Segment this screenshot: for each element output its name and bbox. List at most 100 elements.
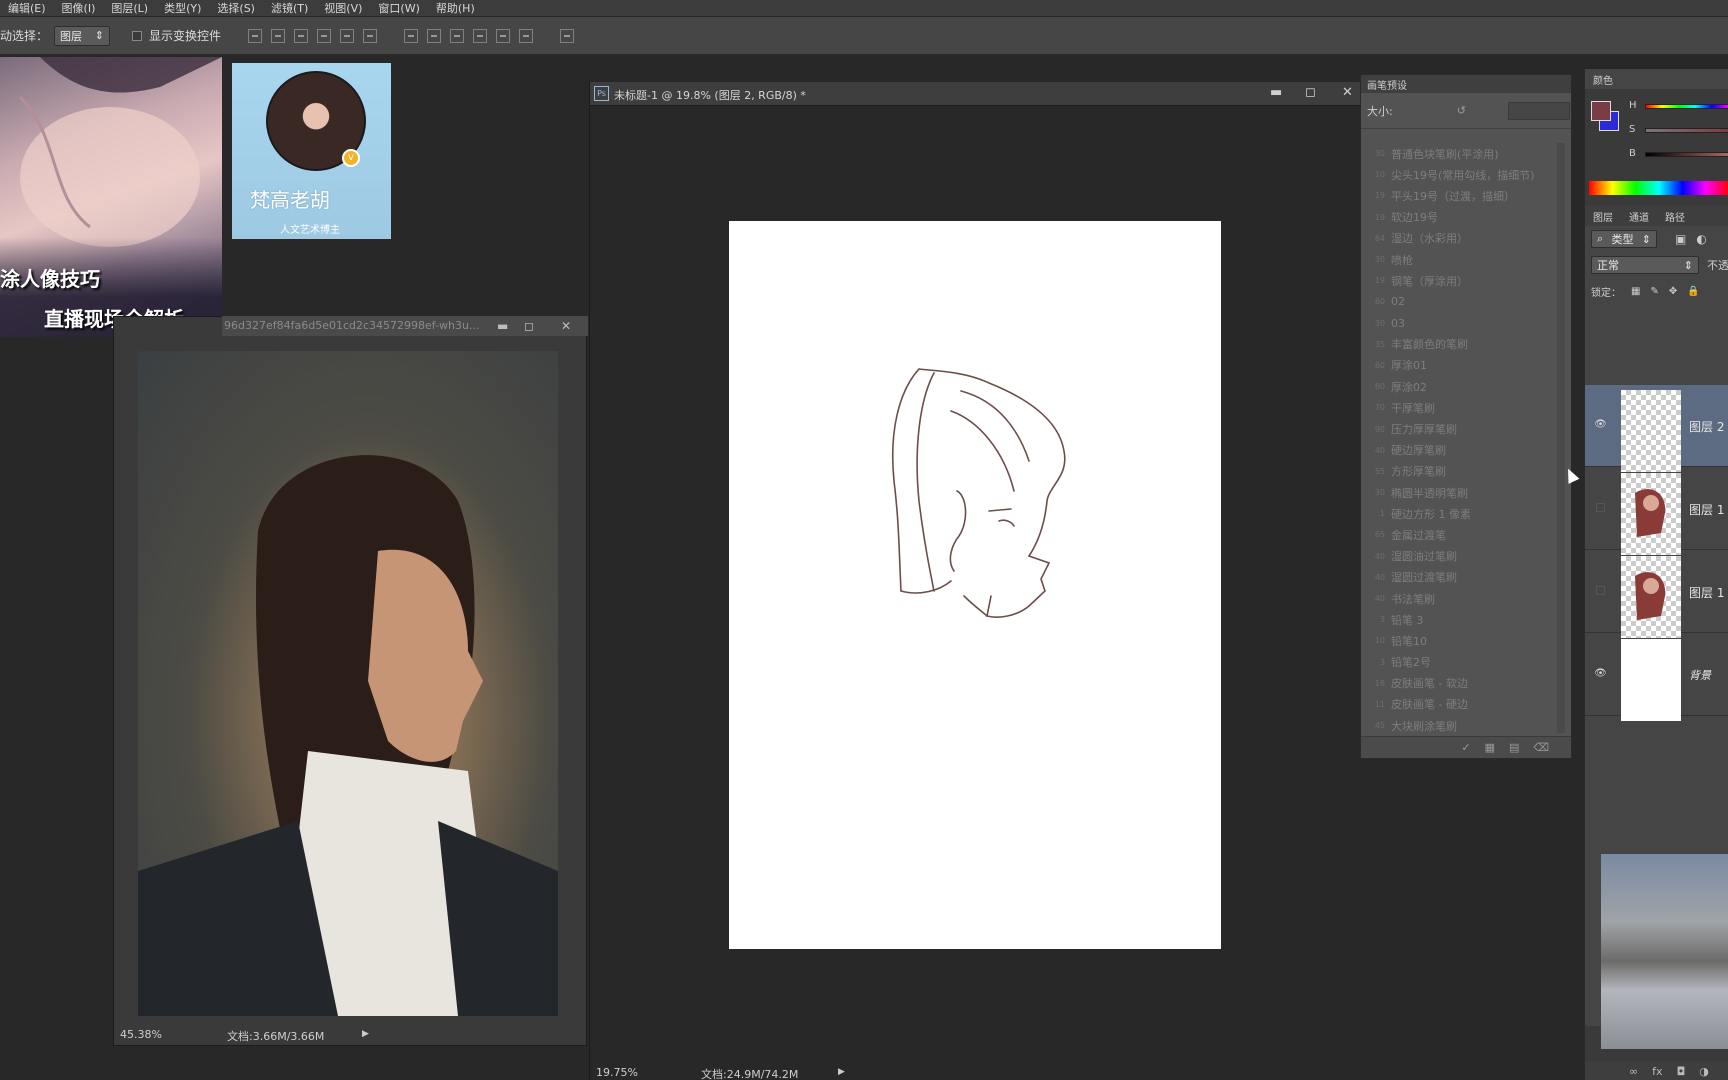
menu-type[interactable]: 类型(Y) bbox=[156, 0, 209, 16]
brush-preset-item[interactable]: 30 椭圆半透明笔刷 bbox=[1365, 482, 1555, 503]
tab-channels[interactable]: 通道 bbox=[1621, 209, 1657, 224]
brush-preset-item[interactable]: 64 湿边（水彩用） bbox=[1365, 228, 1555, 249]
brush-preset-item[interactable]: 30 03 bbox=[1365, 313, 1555, 334]
brush-size-field[interactable] bbox=[1507, 101, 1570, 120]
new-brush-icon[interactable]: ▤ bbox=[1509, 741, 1519, 754]
brush-preset-item[interactable]: 60 厚涂01 bbox=[1365, 355, 1555, 376]
brush-preset-item[interactable]: 19 钢笔（厚涂用） bbox=[1365, 270, 1555, 291]
show-transform-checkbox[interactable] bbox=[132, 30, 143, 41]
align-bottom-icon[interactable] bbox=[294, 28, 309, 43]
brush-preset-item[interactable]: 40 书法笔刷 bbox=[1365, 588, 1555, 609]
play-arrow-icon[interactable]: ▶ bbox=[838, 1067, 845, 1077]
visibility-eye-icon[interactable]: 👁 bbox=[1594, 418, 1607, 431]
blend-mode-dropdown[interactable]: 正常 ⇕ bbox=[1591, 256, 1699, 274]
distribute-top-icon[interactable] bbox=[404, 28, 419, 43]
adjustment-icon[interactable]: ◑ bbox=[1699, 1065, 1709, 1078]
adjustment-filter-icon[interactable]: ◐ bbox=[1696, 232, 1706, 246]
layer-row[interactable]: 👁 图层 2 bbox=[1585, 385, 1728, 472]
tab-layers[interactable]: 图层 bbox=[1585, 209, 1621, 224]
brush-preset-item[interactable]: 11 皮肤画笔 - 硬边 bbox=[1365, 694, 1555, 715]
menu-filter[interactable]: 滤镜(T) bbox=[263, 0, 316, 16]
brush-preset-item[interactable]: 90 压力厚厚笔刷 bbox=[1365, 418, 1555, 439]
reference-zoom-level[interactable]: 45.38% bbox=[120, 1028, 162, 1041]
play-arrow-icon[interactable]: ▶ bbox=[362, 1029, 369, 1039]
brush-preset-item[interactable]: 30 喷枪 bbox=[1365, 249, 1555, 270]
brush-preset-item[interactable]: 70 干厚笔刷 bbox=[1365, 397, 1555, 418]
brush-list-scrollbar[interactable] bbox=[1557, 143, 1565, 733]
align-left-icon[interactable] bbox=[317, 28, 332, 43]
close-button[interactable]: ✕ bbox=[1342, 85, 1353, 100]
layer-filter-dropdown[interactable]: ⌕ 类型 ⇕ bbox=[1591, 230, 1657, 248]
document-titlebar[interactable]: Ps 未标题-1 @ 19.8% (图层 2, RGB/8) * ▬ ◻ ✕ bbox=[590, 82, 1365, 106]
brush-preset-item[interactable]: 30 普通色块笔刷(平涂用) bbox=[1365, 143, 1555, 164]
color-spectrum-bar[interactable] bbox=[1589, 181, 1728, 195]
lock-brush-icon[interactable]: ✎ bbox=[1650, 286, 1658, 297]
brush-preset-item[interactable]: 40 硬边厚笔刷 bbox=[1365, 440, 1555, 461]
lock-transparent-icon[interactable]: ▦ bbox=[1631, 286, 1640, 297]
mask-icon[interactable]: ◘ bbox=[1677, 1065, 1686, 1078]
layer-row[interactable]: 👁 背景 bbox=[1585, 634, 1728, 721]
drawing-canvas[interactable] bbox=[729, 221, 1221, 949]
reset-icon[interactable]: ↺ bbox=[1457, 104, 1466, 117]
visibility-toggle[interactable] bbox=[1596, 503, 1605, 512]
brush-preset-item[interactable]: 3 铅笔 3 bbox=[1365, 609, 1555, 630]
brush-preset-item[interactable]: 60 02 bbox=[1365, 291, 1555, 312]
distribute-left-icon[interactable] bbox=[473, 28, 488, 43]
fx-icon[interactable]: fx bbox=[1652, 1065, 1662, 1078]
brush-preset-item[interactable]: 60 厚涂02 bbox=[1365, 376, 1555, 397]
saturation-slider[interactable] bbox=[1645, 128, 1728, 133]
brush-preset-item[interactable]: 19 平头19号（过渡，描细） bbox=[1365, 185, 1555, 206]
menu-layer[interactable]: 图层(L) bbox=[103, 0, 156, 16]
brush-preset-item[interactable]: 35 丰富颜色的笔刷 bbox=[1365, 334, 1555, 355]
align-vcenter-icon[interactable] bbox=[271, 28, 286, 43]
lock-move-icon[interactable]: ✥ bbox=[1669, 286, 1677, 297]
hue-slider[interactable] bbox=[1645, 104, 1728, 109]
distribute-right-icon[interactable] bbox=[519, 28, 534, 43]
visibility-eye-icon[interactable]: 👁 bbox=[1594, 667, 1607, 680]
document-zoom-level[interactable]: 19.75% bbox=[596, 1066, 638, 1079]
auto-align-icon[interactable] bbox=[560, 28, 575, 43]
layer-row[interactable]: 图层 1 bbox=[1585, 468, 1728, 555]
toggle-brush-icon[interactable]: ✓ bbox=[1461, 741, 1470, 754]
brush-preset-item[interactable]: 18 皮肤画笔 - 软边 bbox=[1365, 673, 1555, 694]
color-panel-tab[interactable]: 颜色 bbox=[1585, 69, 1728, 89]
tab-paths[interactable]: 路径 bbox=[1657, 209, 1693, 224]
brush-preset-item[interactable]: 1 硬边方形 1 像素 bbox=[1365, 503, 1555, 524]
align-right-icon[interactable] bbox=[363, 28, 378, 43]
visibility-toggle[interactable] bbox=[1596, 586, 1605, 595]
maximize-button[interactable]: ◻ bbox=[1305, 85, 1316, 100]
delete-icon[interactable]: ⌫ bbox=[1533, 741, 1549, 754]
brush-preset-item[interactable]: 65 金属过渡笔 bbox=[1365, 524, 1555, 545]
link-icon[interactable]: ∞ bbox=[1629, 1065, 1638, 1078]
distribute-vcenter-icon[interactable] bbox=[427, 28, 442, 43]
brightness-slider[interactable] bbox=[1645, 152, 1728, 157]
maximize-button[interactable]: ◻ bbox=[524, 319, 534, 333]
document-window[interactable]: Ps 未标题-1 @ 19.8% (图层 2, RGB/8) * ▬ ◻ ✕ 1… bbox=[589, 82, 1365, 1080]
menu-select[interactable]: 选择(S) bbox=[209, 0, 263, 16]
menu-help[interactable]: 帮助(H) bbox=[428, 0, 483, 16]
brush-preset-item[interactable]: 55 方形厚笔刷 bbox=[1365, 461, 1555, 482]
menu-image[interactable]: 图像(I) bbox=[54, 0, 104, 16]
reference-image-window[interactable]: 96d327ef84fa6d5e01cd2c34572998ef-wh3u...… bbox=[113, 316, 588, 1046]
menu-view[interactable]: 视图(V) bbox=[316, 0, 370, 16]
align-top-icon[interactable] bbox=[248, 28, 263, 43]
lock-all-icon[interactable]: 🔒 bbox=[1687, 286, 1699, 297]
distribute-bottom-icon[interactable] bbox=[450, 28, 465, 43]
layer-row[interactable]: 图层 1 bbox=[1585, 551, 1728, 638]
align-hcenter-icon[interactable] bbox=[340, 28, 355, 43]
brush-preset-item[interactable]: 40 湿圆油过笔刷 bbox=[1365, 546, 1555, 567]
distribute-hcenter-icon[interactable] bbox=[496, 28, 511, 43]
menu-window[interactable]: 窗口(W) bbox=[370, 0, 427, 16]
brush-preset-item[interactable]: 45 大块刷涂笔刷 bbox=[1365, 715, 1555, 733]
new-preset-icon[interactable]: ▦ bbox=[1485, 741, 1495, 754]
brush-preset-item[interactable]: 3 铅笔2号 bbox=[1365, 652, 1555, 673]
menu-edit[interactable]: 编辑(E) bbox=[0, 0, 54, 16]
minimize-button[interactable]: ▬ bbox=[497, 319, 508, 333]
image-filter-icon[interactable]: ▣ bbox=[1675, 232, 1686, 246]
brush-preset-item[interactable]: 10 尖头19号(常用勾线，描细节) bbox=[1365, 164, 1555, 185]
brush-preset-item[interactable]: 10 铅笔10 bbox=[1365, 630, 1555, 651]
minimize-button[interactable]: ▬ bbox=[1270, 85, 1282, 100]
auto-select-dropdown[interactable]: 图层 ⇕ bbox=[54, 25, 111, 46]
brush-preset-item[interactable]: 40 湿圆过渡笔刷 bbox=[1365, 567, 1555, 588]
brush-preset-item[interactable]: 19 软边19号 bbox=[1365, 207, 1555, 228]
